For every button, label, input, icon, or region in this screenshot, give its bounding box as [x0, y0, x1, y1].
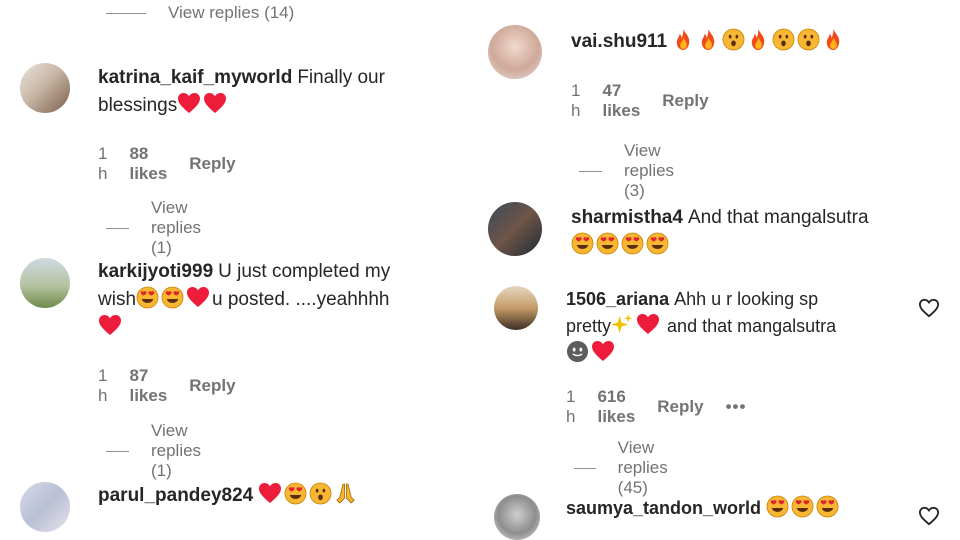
comment-meta: 1 h 87 likes Reply — [98, 366, 258, 406]
heart-eyes-emoji-icon — [791, 495, 814, 518]
comment-likes[interactable]: 616 likes — [597, 387, 635, 427]
avatar[interactable] — [20, 63, 70, 113]
view-replies-toggle[interactable]: View replies (1) — [106, 198, 218, 258]
avatar[interactable] — [20, 258, 70, 308]
reply-button[interactable]: Reply — [189, 154, 235, 174]
like-heart-outline-icon[interactable] — [918, 298, 940, 318]
surprised-emoji-icon — [722, 28, 745, 51]
view-replies-label[interactable]: View replies (3) — [624, 141, 691, 201]
view-replies-toggle[interactable]: View replies (14) — [106, 3, 294, 23]
avatar[interactable] — [494, 494, 540, 540]
comment-body: Ahh u r looking sp — [674, 289, 819, 309]
view-replies-label[interactable]: View replies (1) — [151, 198, 218, 258]
comment-body-continued: wish — [98, 289, 137, 310]
comment-likes[interactable]: 88 likes — [129, 144, 167, 184]
comment-time[interactable]: 1 h — [98, 144, 107, 184]
comment-text: parul_pandey824 — [98, 482, 468, 510]
heart-eyes-emoji-icon — [571, 232, 594, 255]
comment-username[interactable]: saumya_tandon_world — [566, 498, 761, 518]
avatar[interactable] — [494, 286, 538, 330]
surprised-emoji-icon — [797, 28, 820, 51]
reply-button[interactable]: Reply — [662, 91, 708, 111]
comment-username[interactable]: 1506_ariana — [566, 289, 669, 309]
comment-body-continued: blessings — [98, 95, 178, 116]
comment-username[interactable]: karkijyoti999 — [98, 261, 213, 282]
comment-username[interactable]: sharmistha4 — [571, 207, 683, 228]
view-replies-label[interactable]: View replies (45) — [618, 438, 686, 498]
view-replies-toggle[interactable]: View replies (1) — [106, 421, 218, 481]
comment-body: And that mangalsutra — [687, 207, 869, 228]
divider-line — [106, 450, 129, 452]
comment-meta: 1 h 47 likes Reply — [571, 81, 731, 121]
heart-eyes-emoji-icon — [596, 232, 619, 255]
view-replies-label[interactable]: View replies (14) — [168, 3, 294, 23]
comment-time[interactable]: 1 h — [571, 81, 580, 121]
comment-likes[interactable]: 87 likes — [129, 366, 167, 406]
sparkles-emoji-icon — [611, 313, 634, 336]
comment-username[interactable]: katrina_kaif_myworld — [98, 67, 292, 88]
view-replies-toggle[interactable]: View replies (3) — [579, 141, 691, 201]
heart-eyes-emoji-icon — [766, 495, 789, 518]
divider-line — [579, 170, 602, 172]
heart-eyes-emoji-icon — [816, 495, 839, 518]
red-heart-icon — [177, 92, 201, 114]
comment-body: Finally our — [297, 67, 385, 88]
grinning-emoji-icon — [566, 340, 589, 363]
comments-column-right: vai.shu911 1 h 47 likes Reply View repli… — [480, 0, 960, 540]
more-options-button[interactable]: ••• — [726, 397, 747, 417]
fire-emoji-icon — [747, 28, 770, 51]
comment-body-continued: and that mangalsutra — [667, 316, 837, 336]
comment-text: karkijyoti999 U just completed my wish u p… — [98, 258, 468, 342]
comment-meta: 1 h 616 likes Reply ••• — [566, 387, 768, 427]
red-heart-icon — [591, 340, 615, 362]
view-replies-toggle[interactable]: View replies (45) — [574, 438, 686, 498]
comment-text: vai.shu911 — [571, 28, 951, 56]
divider-line — [106, 227, 129, 229]
view-replies-label[interactable]: View replies (1) — [151, 421, 218, 481]
comment-username[interactable]: vai.shu911 — [571, 31, 667, 52]
avatar[interactable] — [488, 25, 542, 79]
red-heart-icon — [258, 482, 282, 504]
comment-likes[interactable]: 47 likes — [602, 81, 640, 121]
comment-text: katrina_kaif_myworld Finally our blessing… — [98, 64, 468, 120]
heart-eyes-emoji-icon — [161, 286, 184, 309]
reply-button[interactable]: Reply — [189, 376, 235, 396]
divider-line — [574, 467, 596, 469]
reply-button[interactable]: Reply — [657, 397, 703, 417]
comment-text: 1506_ariana Ahh u r looking sp pretty and… — [566, 286, 906, 367]
red-heart-icon — [203, 92, 227, 114]
comment-text: sharmistha4 And that mangalsutra — [571, 204, 951, 260]
divider-line — [106, 12, 146, 14]
surprised-emoji-icon — [772, 28, 795, 51]
red-heart-icon — [186, 286, 210, 308]
fire-emoji-icon — [672, 28, 695, 51]
heart-eyes-emoji-icon — [621, 232, 644, 255]
avatar[interactable] — [488, 202, 542, 256]
comment-time[interactable]: 1 h — [566, 387, 575, 427]
comment-time[interactable]: 1 h — [98, 366, 107, 406]
avatar[interactable] — [20, 482, 70, 532]
comment-body-continued: u posted. ....yeahhhh — [212, 289, 390, 310]
like-heart-outline-icon[interactable] — [918, 506, 940, 526]
heart-eyes-emoji-icon — [646, 232, 669, 255]
heart-eyes-emoji-icon — [136, 286, 159, 309]
comment-meta: 1 h 88 likes Reply — [98, 144, 258, 184]
red-heart-icon — [636, 313, 660, 335]
comment-text: saumya_tandon_world — [566, 494, 906, 522]
red-heart-icon — [98, 314, 122, 336]
surprised-emoji-icon — [309, 482, 332, 505]
comment-username[interactable]: parul_pandey824 — [98, 485, 253, 506]
heart-eyes-emoji-icon — [284, 482, 307, 505]
comment-body-continued: pretty — [566, 316, 612, 336]
fire-emoji-icon — [822, 28, 845, 51]
comments-column-left: View replies (14) katrina_kaif_myworld Fi… — [0, 0, 480, 540]
fire-emoji-icon — [697, 28, 720, 51]
folded-hands-emoji-icon — [334, 482, 357, 505]
comment-body: U just completed my — [218, 261, 391, 282]
